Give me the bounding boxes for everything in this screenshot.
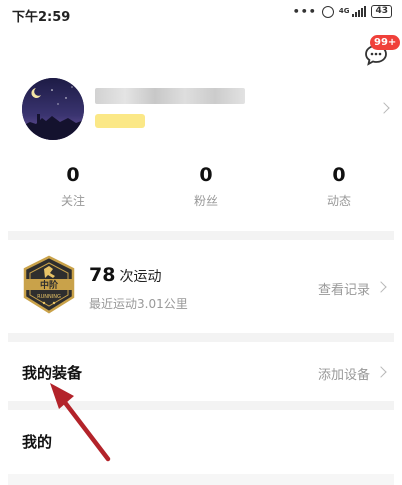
stat-value: 0	[66, 164, 80, 186]
section-divider	[8, 231, 394, 240]
battery-icon: 43	[371, 5, 392, 18]
signal-icon	[352, 6, 367, 17]
status-time: 下午2:59	[12, 10, 71, 25]
recent-activity-text: 最近运动3.01公里	[89, 297, 188, 311]
night-sky-avatar	[22, 78, 84, 140]
stat-following[interactable]: 0 关注	[23, 164, 123, 208]
avatar[interactable]	[22, 78, 84, 140]
stat-value: 0	[199, 164, 213, 186]
equipment-title: 我的装备	[22, 364, 83, 382]
stat-posts[interactable]: 0 动态	[289, 164, 389, 208]
stat-value: 0	[332, 164, 346, 186]
message-count-badge: 99+	[370, 35, 401, 50]
stat-label: 动态	[326, 194, 351, 208]
mine-title: 我的	[22, 433, 53, 451]
status-bar: 下午2:59 ••• 4G 43	[0, 0, 402, 26]
user-level-blurred	[95, 114, 145, 128]
profile-chevron-icon	[378, 102, 390, 114]
red-arrow-annotation	[50, 383, 111, 462]
section-divider	[8, 401, 394, 410]
sport-count: 78 次运动	[89, 264, 161, 286]
running-level-badge: 中阶 RUNNING	[22, 255, 76, 315]
section-divider	[8, 333, 394, 342]
records-chevron-icon	[375, 281, 387, 293]
notification-dots: •••	[292, 5, 317, 18]
stat-fans[interactable]: 0 粉丝	[156, 164, 256, 208]
stat-label: 粉丝	[193, 194, 218, 208]
running-badge-icon: 中阶 RUNNING	[23, 255, 75, 314]
username-blurred	[95, 88, 245, 104]
sport-count-unit: 次运动	[119, 269, 162, 285]
bottom-strip	[8, 474, 394, 485]
badge-sub-text: RUNNING	[37, 294, 61, 300]
view-records-link[interactable]: 查看记录	[318, 279, 370, 298]
sport-count-number: 78	[89, 264, 116, 286]
alarm-icon	[321, 5, 334, 18]
equipment-chevron-icon	[375, 366, 387, 378]
stat-label: 关注	[60, 194, 85, 208]
network-label: 4G	[338, 7, 350, 15]
badge-level-text: 中阶	[40, 279, 59, 291]
status-icons: ••• 4G 43	[293, 5, 392, 18]
add-device-link[interactable]: 添加设备	[318, 364, 370, 383]
